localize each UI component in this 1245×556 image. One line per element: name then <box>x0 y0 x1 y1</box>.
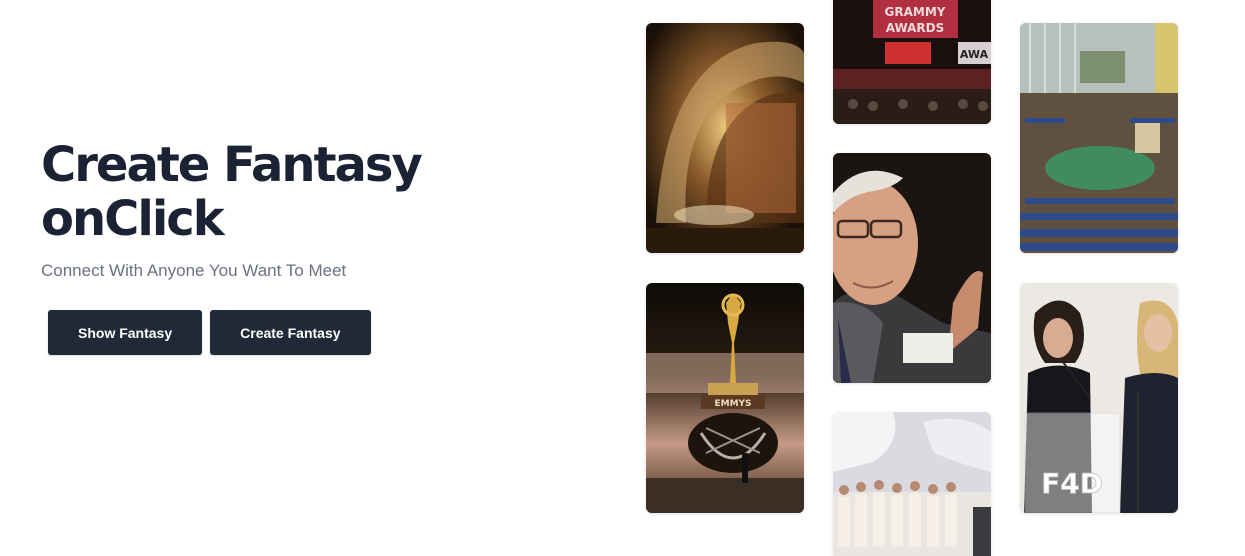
hero-subtitle: Connect With Anyone You Want To Meet <box>41 261 347 280</box>
page: Create Fantasy onClick Connect With Anyo… <box>0 0 1245 556</box>
oscars-stage-photo <box>646 23 804 253</box>
portrait-photo <box>833 153 991 383</box>
podium-speakers-photo: F4D <box>1020 283 1178 513</box>
runway-photo <box>833 412 991 556</box>
emmys-label: EMMYS <box>714 399 751 409</box>
hero-actions: Show Fantasy Create Fantasy <box>48 310 461 355</box>
emmys-stage-photo: EMMYS <box>646 283 804 513</box>
grammy-screen-line-1: GRAMMY <box>885 5 946 19</box>
grammy-awards-photo: GRAMMY AWARDS AWA <box>833 0 991 124</box>
podium-logo: F4D <box>1041 467 1103 500</box>
hero-title: Create Fantasy onClick <box>41 138 461 246</box>
grammy-side-text: AWA <box>960 48 989 61</box>
hero-title-line-1: Create Fantasy <box>41 137 423 193</box>
hero-title-line-2: onClick <box>41 191 225 247</box>
create-fantasy-button[interactable]: Create Fantasy <box>210 310 371 355</box>
grammy-screen-line-2: AWARDS <box>886 21 945 35</box>
parliament-chamber-photo <box>1020 23 1178 253</box>
hero-section: Create Fantasy onClick Connect With Anyo… <box>41 138 461 355</box>
show-fantasy-button[interactable]: Show Fantasy <box>48 310 203 355</box>
